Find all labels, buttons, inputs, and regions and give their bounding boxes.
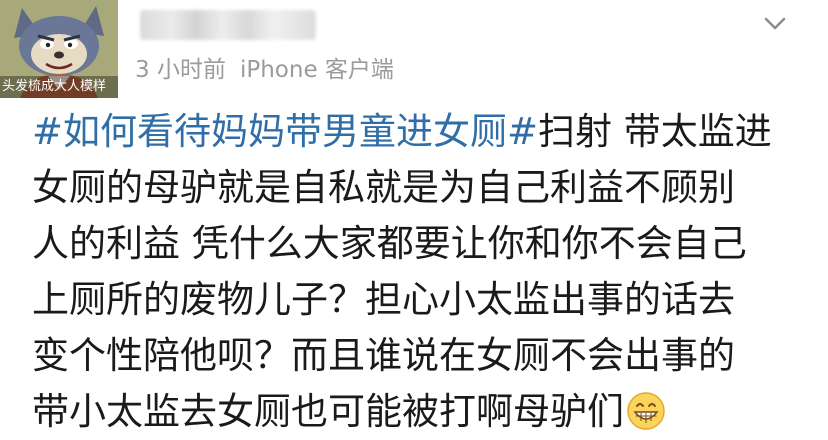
post-content: #如何看待妈妈带男童进女厕#扫射 带太监进 女厕的母驴就是自私就是为自己利益不顾…	[32, 104, 812, 440]
post-line-4: 上厕所的废物儿子？担心小太监出事的话去	[32, 278, 735, 321]
post-source[interactable]: iPhone 客户端	[240, 57, 394, 83]
post-text: 带小太监去女厕也可能被打啊母驴们	[32, 390, 624, 433]
avatar[interactable]: 头发梳成大人模样	[0, 0, 118, 98]
weibo-post: 头发梳成大人模样 3 小时前 iPhone 客户端 #如何看待妈妈带男童进女厕#扫…	[0, 0, 828, 433]
post-line-1: #如何看待妈妈带男童进女厕#扫射 带太监进	[32, 104, 812, 160]
post-line-6: 带小太监去女厕也可能被打啊母驴们	[32, 384, 812, 440]
post-time: 3 小时前	[135, 57, 226, 83]
chevron-down-icon[interactable]	[763, 12, 787, 36]
post-text: 扫射 带太监进	[538, 110, 772, 153]
post-meta: 3 小时前 iPhone 客户端	[135, 50, 394, 84]
post-line-3: 人的利益 凭什么大家都要让你和你不会自己	[32, 222, 747, 265]
avatar-caption: 头发梳成大人模样	[0, 76, 118, 98]
hashtag-link[interactable]: #如何看待妈妈带男童进女厕#	[32, 110, 538, 153]
post-line-5: 变个性陪他呗？而且谁说在女厕不会出事的	[32, 334, 735, 377]
username-blurred[interactable]	[140, 10, 316, 40]
grinning-face-emoji-icon	[627, 392, 665, 430]
post-line-2: 女厕的母驴就是自私就是为自己利益不顾别	[32, 166, 735, 209]
